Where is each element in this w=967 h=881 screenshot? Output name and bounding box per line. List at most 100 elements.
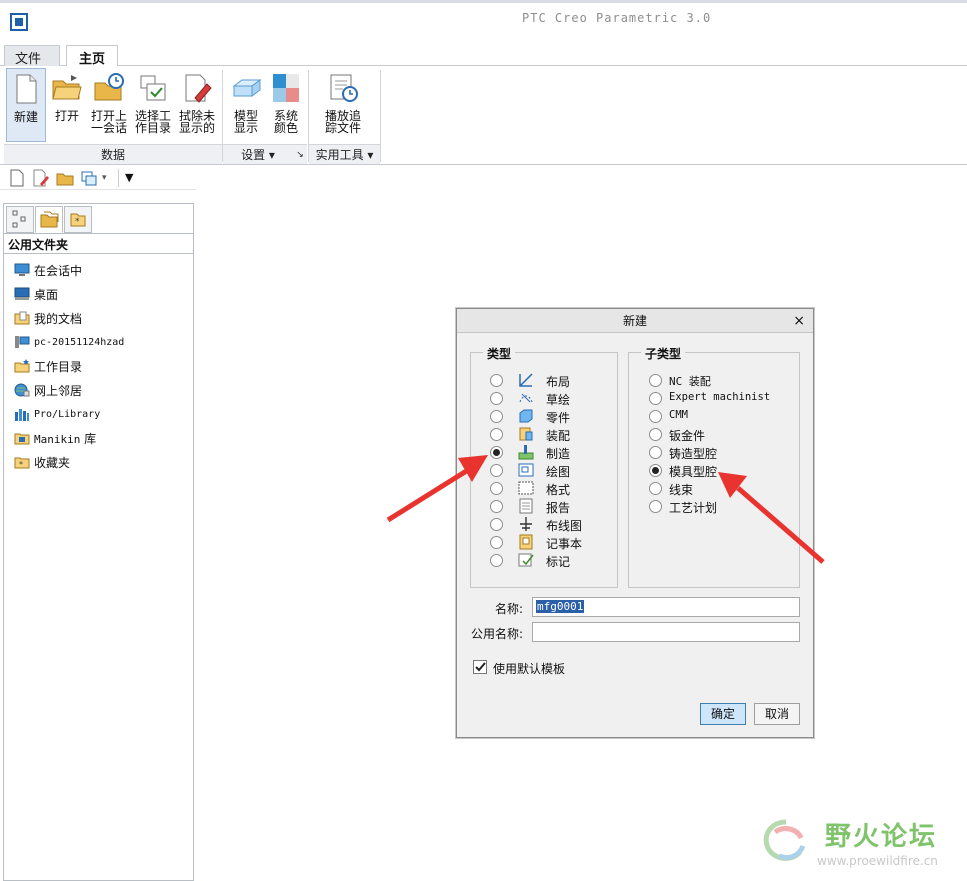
group-label-data: 数据 [4, 144, 222, 164]
nav-item-in-session[interactable]: 在会话中 [14, 260, 82, 280]
open-last-session-icon [93, 72, 125, 104]
nav-item-computer[interactable]: pc-20151124hzad [14, 332, 124, 352]
radio-part[interactable] [490, 410, 503, 423]
favorites-tab[interactable]: * [64, 206, 92, 233]
ribbon: 新建 打开 打开上 一会话 选择工 作目录 拭除未 显示的 模型 显示 系统 颜… [0, 66, 967, 165]
open-folder-icon[interactable] [56, 169, 74, 187]
new-file-icon [10, 73, 42, 105]
radio-notebook[interactable] [490, 536, 503, 549]
check-icon [475, 662, 486, 672]
tab-home[interactable]: 主页 [66, 45, 118, 67]
name-field[interactable]: mfg0001 [532, 597, 800, 617]
nav-item-label: 收藏夹 [34, 455, 71, 470]
tab-file[interactable]: 文件 ▾ [4, 45, 60, 81]
radio-mold-cavity[interactable] [649, 464, 662, 477]
subtype-label[interactable]: CMM [669, 409, 688, 421]
radio-expert-machinist[interactable] [649, 392, 662, 405]
radio-process-plan[interactable] [649, 500, 662, 513]
markup-icon [518, 552, 534, 568]
type-label: 草绘 [546, 393, 571, 407]
computer-icon [14, 335, 30, 349]
nav-item-network[interactable]: 网上邻居 [14, 380, 82, 400]
nav-item-label: 我的文档 [34, 311, 83, 326]
nav-item-desktop[interactable]: 桌面 [14, 284, 58, 304]
subtype-legend: 子类型 [641, 345, 686, 362]
checkbox-box[interactable] [473, 660, 487, 674]
watermark-logo-icon [763, 819, 806, 861]
favorites-icon: * [14, 455, 30, 469]
erase-not-displayed-button[interactable]: 拭除未 显示的 [176, 68, 218, 142]
radio-nc-assembly[interactable] [649, 374, 662, 387]
new-button-label: 新建 [13, 110, 38, 124]
type-label: 格式 [546, 483, 571, 497]
radio-assembly[interactable] [490, 428, 503, 441]
subtype-label[interactable]: 线束 [669, 481, 693, 498]
erase-icon[interactable] [32, 169, 50, 187]
group-label-utilities[interactable]: 实用工具 ▾ [309, 144, 380, 164]
radio-manufacturing[interactable] [490, 446, 503, 459]
windows-icon[interactable] [80, 169, 98, 187]
desktop-icon [14, 287, 30, 301]
open-button[interactable]: 打开 [48, 68, 86, 142]
nav-item-my-documents[interactable]: 我的文档 [14, 308, 82, 328]
type-label: 报告 [546, 501, 571, 515]
nav-item-label: 网上邻居 [34, 383, 83, 398]
nav-item-label: 桌面 [34, 287, 59, 302]
nav-item-manikin[interactable]: Manikin 库 [14, 428, 96, 448]
radio-markup[interactable] [490, 554, 503, 567]
radio-layout[interactable] [490, 374, 503, 387]
ok-button[interactable]: 确定 [700, 703, 746, 725]
nav-item-pro-library[interactable]: Pro/Library [14, 404, 100, 424]
play-trail-file-button[interactable]: 播放追 踪文件 [320, 68, 366, 142]
radio-cast-cavity[interactable] [649, 446, 662, 459]
type-legend: 类型 [483, 345, 516, 362]
model-display-button[interactable]: 模型 显示 [226, 68, 266, 142]
open-last-session-label-2: 一会话 [90, 121, 127, 135]
radio-sheetmetal[interactable] [649, 428, 662, 441]
radio-cmm[interactable] [649, 410, 662, 423]
close-icon[interactable]: × [793, 309, 805, 333]
customize-toolbar-icon[interactable]: ▼ [125, 169, 143, 187]
subtype-label[interactable]: 工艺计划 [669, 499, 717, 516]
type-label: 记事本 [546, 537, 583, 551]
use-default-template-label: 使用默认模板 [493, 662, 566, 676]
navigator-panel: * 公用文件夹 在会话中 桌面 我的文档 pc-20151124hzad 工作目… [3, 203, 194, 881]
cancel-button[interactable]: 取消 [754, 703, 800, 725]
nav-item-working-directory[interactable]: 工作目录 [14, 356, 82, 376]
open-last-session-button[interactable]: 打开上 一会话 [88, 68, 130, 142]
radio-sketch[interactable] [490, 392, 503, 405]
model-display-label-2: 显示 [233, 121, 258, 135]
radio-format[interactable] [490, 482, 503, 495]
format-icon [518, 480, 534, 496]
subtype-label[interactable]: 铸造型腔 [669, 445, 717, 462]
tab-file-label: 文件 [15, 52, 42, 67]
library-icon [14, 407, 30, 421]
watermark-url: www.proewildfire.cn [817, 854, 938, 868]
new-dialog: 新建 × 类型 子类型 布局 草绘 零件 装配 制造 绘图 格式 报告 布线图 … [456, 308, 814, 738]
subtype-label[interactable]: 钣金件 [669, 427, 705, 444]
new-file-icon[interactable] [8, 169, 26, 187]
subtype-label[interactable]: Expert machinist [669, 391, 770, 403]
group-label-settings[interactable]: 设置 ▾ [223, 144, 293, 164]
model-display-icon [230, 72, 262, 104]
select-working-directory-button[interactable]: 选择工 作目录 [132, 68, 174, 142]
app-icon[interactable] [10, 13, 28, 31]
radio-report[interactable] [490, 500, 503, 513]
new-button[interactable]: 新建 [6, 68, 46, 142]
subtype-label[interactable]: 模具型腔 [669, 463, 717, 480]
system-colors-button[interactable]: 系统 颜色 [268, 68, 304, 142]
radio-diagram[interactable] [490, 518, 503, 531]
radio-harness[interactable] [649, 482, 662, 495]
radio-drawing[interactable] [490, 464, 503, 477]
type-label: 标记 [546, 555, 571, 569]
network-icon [14, 383, 30, 397]
folder-browser-tab[interactable] [35, 206, 63, 233]
drawing-icon [518, 462, 534, 478]
documents-icon [14, 311, 30, 325]
nav-item-favorites[interactable]: * 收藏夹 [14, 452, 70, 472]
dialog-launcher-icon[interactable]: ↘ [293, 144, 307, 164]
part-icon [518, 408, 534, 424]
subtype-label[interactable]: NC 装配 [669, 373, 711, 389]
model-tree-tab[interactable] [6, 206, 34, 233]
common-name-field[interactable] [532, 622, 800, 642]
